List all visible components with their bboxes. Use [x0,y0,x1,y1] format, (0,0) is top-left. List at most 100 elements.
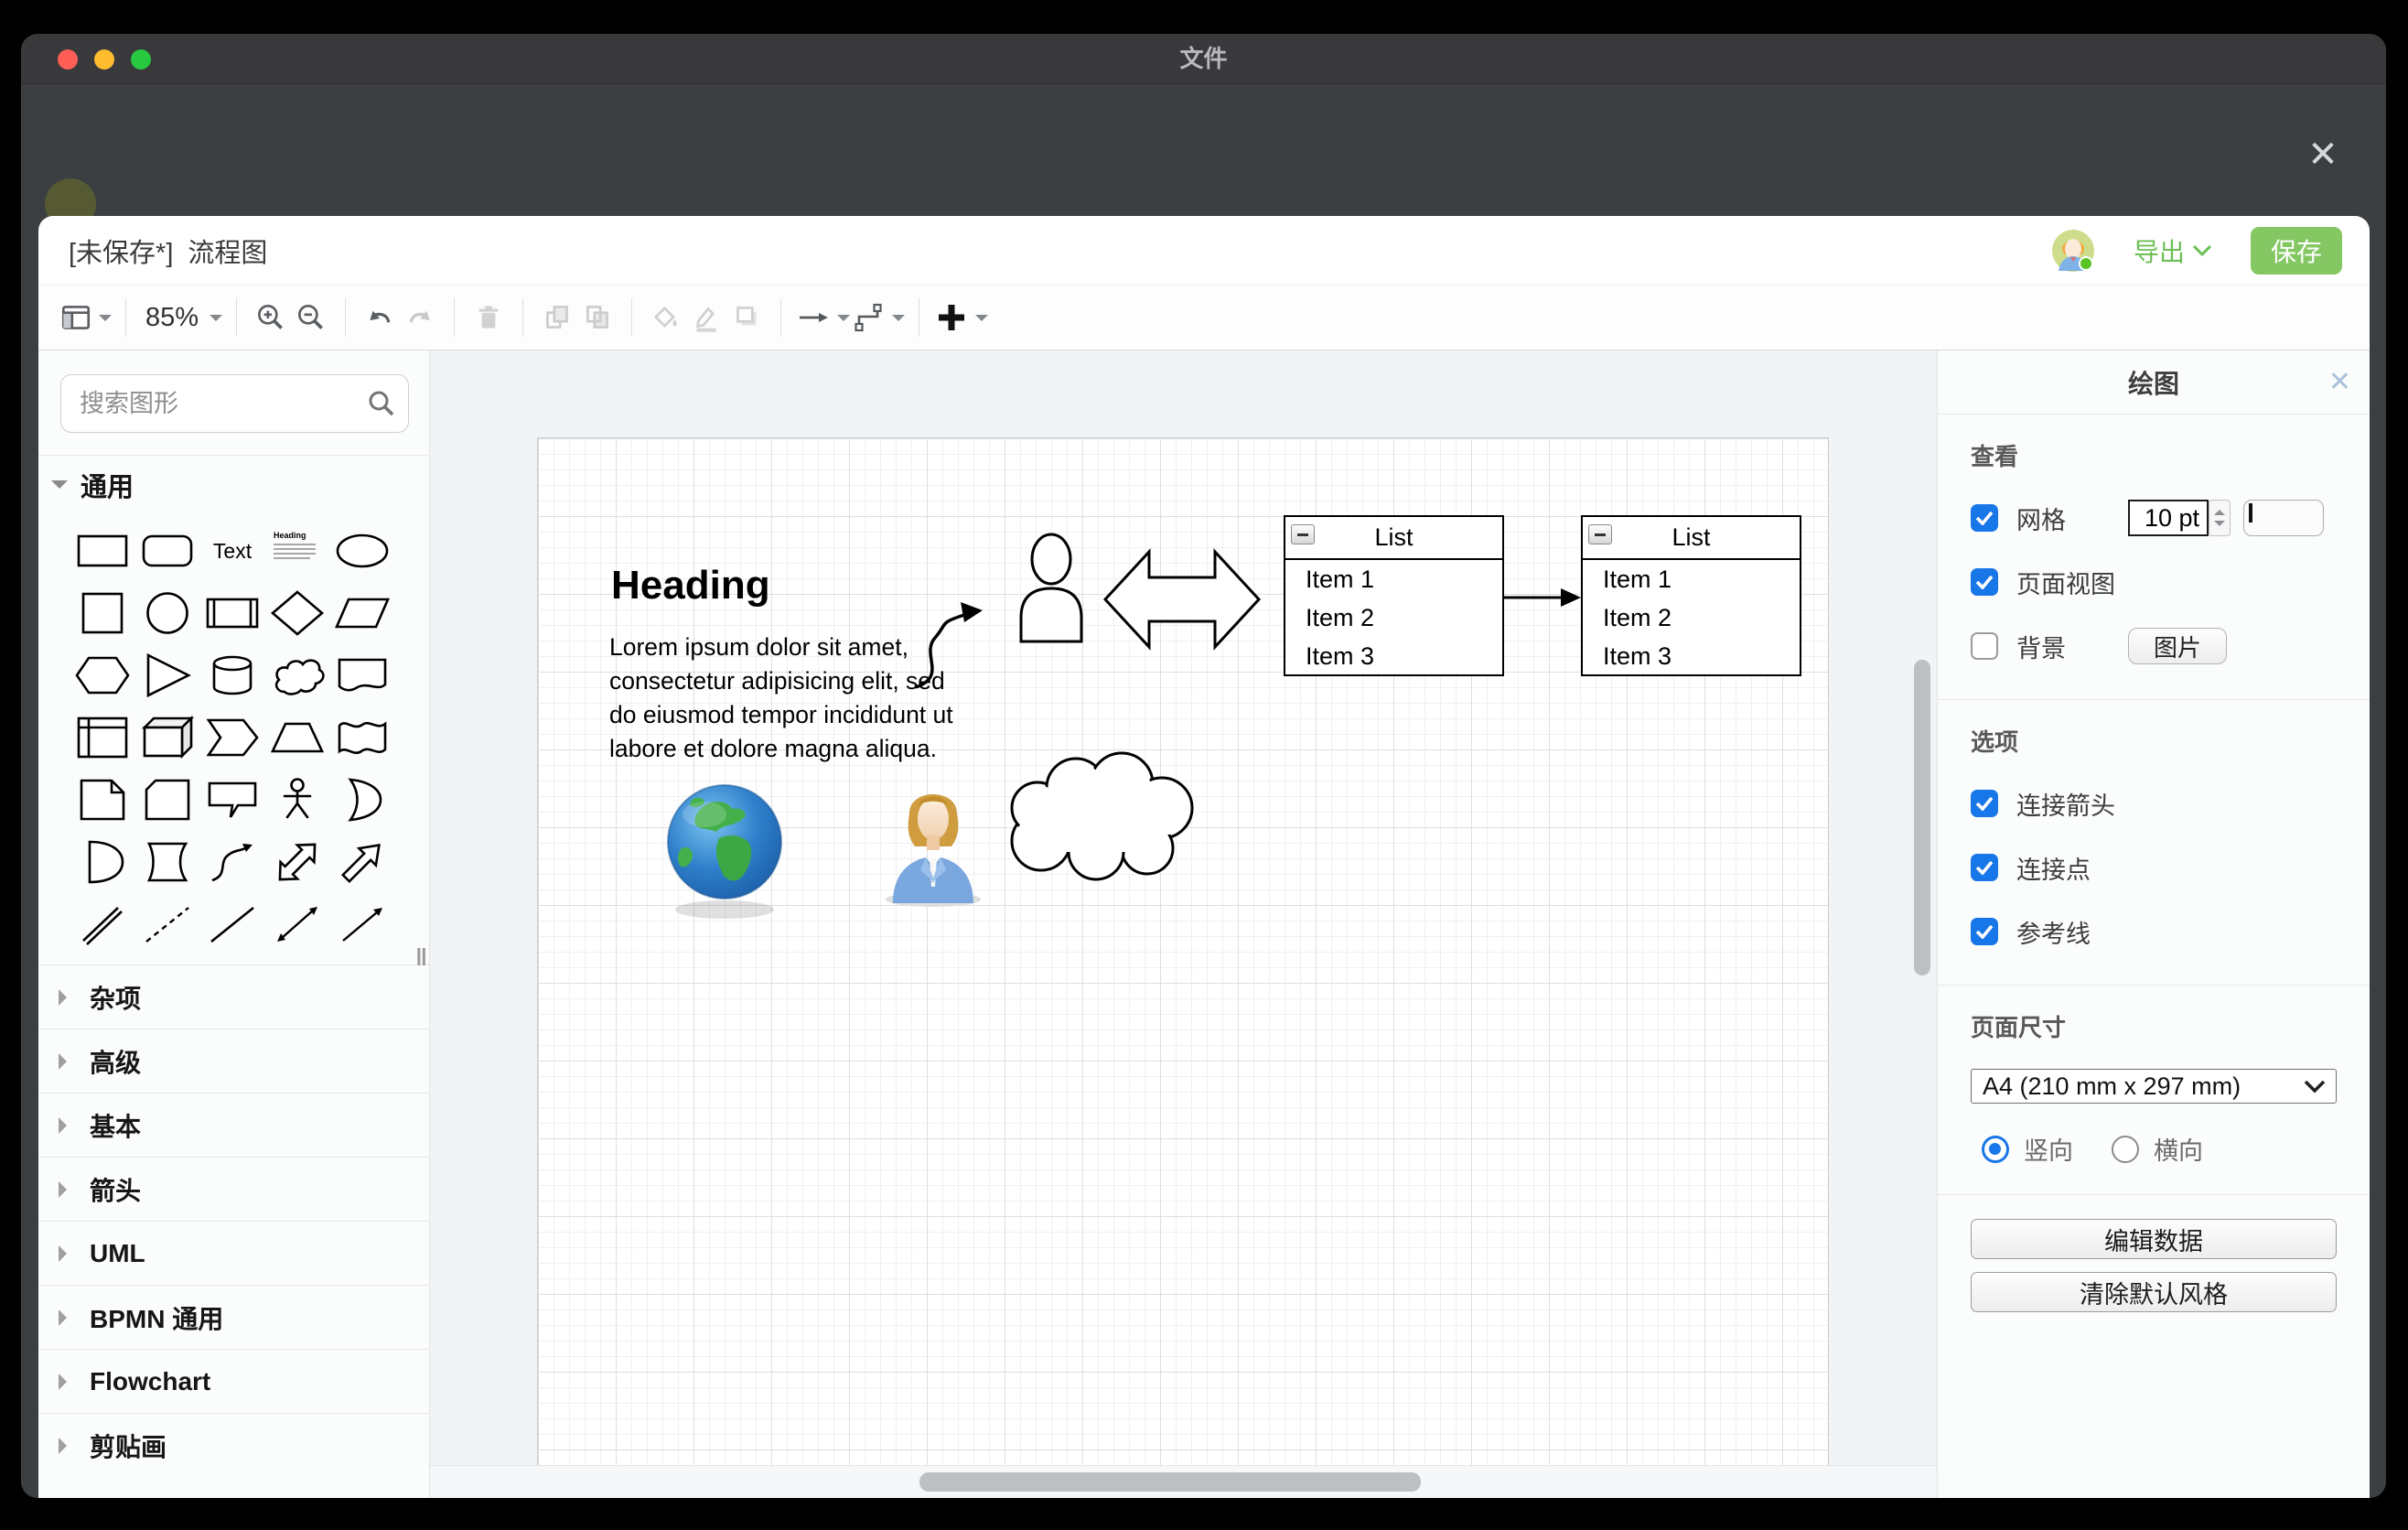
grid-size-input[interactable] [2128,500,2209,536]
connection-arrow-button[interactable] [795,294,850,341]
palette-shape-process[interactable] [199,582,264,644]
palette-shape-square[interactable] [70,582,134,644]
sidebar-section-高级[interactable]: 高级 [38,1029,429,1093]
palette-shape-cylinder[interactable] [199,644,264,706]
sidebar-section-UML[interactable]: UML [38,1221,429,1285]
palette-shape-note[interactable] [70,769,134,831]
waypoints-button[interactable] [850,294,905,341]
search-input[interactable] [60,374,409,433]
fill-color-button[interactable] [646,294,686,341]
user-avatar[interactable] [2051,229,2095,273]
double-arrow-shape[interactable] [1105,552,1259,647]
list-item[interactable]: Item 3 [1583,637,1800,675]
collapse-icon[interactable] [1291,524,1315,544]
palette-shape-or[interactable] [329,769,394,831]
palette-shape-hexagon[interactable] [70,644,134,706]
save-button[interactable]: 保存 [2251,227,2342,275]
palette-shape-textbox[interactable]: Heading [264,520,329,582]
connector-arrow[interactable] [1504,588,1581,607]
palette-shape-text[interactable]: Text [199,520,264,582]
zoom-in-button[interactable] [251,294,291,341]
to-front-button[interactable] [537,294,577,341]
export-menu[interactable]: 导出 [2134,232,2212,269]
list-item[interactable]: Item 1 [1583,560,1800,598]
page-size-select[interactable]: A4 (210 mm x 297 mm) [1971,1069,2337,1104]
to-back-button[interactable] [577,294,618,341]
list-shape-2[interactable]: ListItem 1Item 2Item 3 [1581,515,1801,676]
edit-data-button[interactable]: 编辑数据 [1971,1219,2337,1259]
list-item[interactable]: Item 2 [1285,598,1502,637]
palette-shape-link[interactable] [70,893,134,955]
zoom-out-button[interactable] [291,294,331,341]
landscape-radio[interactable] [2112,1136,2139,1163]
stepper-down-icon[interactable] [2214,521,2225,532]
zoom-level-dropdown[interactable]: 85% [140,294,222,341]
sidebar-section-杂项[interactable]: 杂项 [38,964,429,1029]
insert-button[interactable] [933,294,988,341]
page-view-button[interactable] [59,294,112,341]
diagram-canvas[interactable]: Heading Lorem ipsum dolor sit amet,conse… [430,350,1937,1498]
person-shape[interactable] [1021,534,1081,641]
option-checkbox[interactable] [1971,854,1998,881]
palette-shape-callout[interactable] [199,769,264,831]
vertical-scrollbar[interactable] [1914,660,1930,975]
palette-shape-and[interactable] [70,831,134,893]
palette-shape-dashed-line[interactable] [134,893,199,955]
grid-color-swatch[interactable] [2243,500,2324,536]
clear-default-style-button[interactable]: 清除默认风格 [1971,1272,2337,1312]
palette-shape-internal-storage[interactable] [70,706,134,769]
palette-shape-trapezoid[interactable] [264,706,329,769]
palette-shape-data-storage[interactable] [134,831,199,893]
palette-shape-document[interactable] [329,644,394,706]
line-color-button[interactable] [686,294,726,341]
palette-shape-cloud[interactable] [264,644,329,706]
list-item[interactable]: Item 1 [1285,560,1502,598]
option-checkbox[interactable] [1971,790,1998,817]
sidebar-section-箭头[interactable]: 箭头 [38,1157,429,1221]
canvas-paragraph-text[interactable]: Lorem ipsum dolor sit amet,consectetur a… [609,630,953,766]
list-shape-1[interactable]: ListItem 1Item 2Item 3 [1284,515,1504,676]
close-icon[interactable]: ✕ [2301,133,2345,177]
background-image-button[interactable]: 图片 [2128,628,2227,664]
page-view-checkbox[interactable] [1971,568,1998,596]
sidebar-section-基本[interactable]: 基本 [38,1093,429,1157]
palette-shape-circle[interactable] [134,582,199,644]
delete-button[interactable] [468,294,509,341]
globe-clipart[interactable] [668,785,781,919]
grid-checkbox[interactable] [1971,504,1998,532]
document-name[interactable]: 流程图 [188,232,267,270]
palette-shape-diamond[interactable] [264,582,329,644]
grid-size-stepper[interactable] [2209,500,2231,536]
palette-shape-parallelogram[interactable] [329,582,394,644]
palette-shape-ellipse[interactable] [329,520,394,582]
horizontal-scrollbar[interactable] [919,1472,1421,1492]
palette-shape-rounded-rectangle[interactable] [134,520,199,582]
palette-shape-line[interactable] [199,893,264,955]
palette-shape-triangle[interactable] [134,644,199,706]
background-checkbox[interactable] [1971,632,1998,660]
cloud-shape[interactable] [1012,753,1192,879]
palette-shape-step[interactable] [199,706,264,769]
palette-shape-cube[interactable] [134,706,199,769]
list-item[interactable]: Item 2 [1583,598,1800,637]
palette-shape-rectangle[interactable] [70,520,134,582]
sidebar-section-剪贴画[interactable]: 剪贴画 [38,1413,429,1477]
palette-shape-card[interactable] [134,769,199,831]
palette-shape-actor[interactable] [264,769,329,831]
palette-shape-bidirectional-arrow[interactable] [264,831,329,893]
palette-shape-tape[interactable] [329,706,394,769]
palette-shape-bidirectional-connector[interactable] [264,893,329,955]
sidebar-resize-handle[interactable]: ‖ [415,943,427,972]
option-checkbox[interactable] [1971,918,1998,945]
palette-shape-arrow[interactable] [329,831,394,893]
redo-button[interactable] [400,294,440,341]
undo-button[interactable] [360,294,400,341]
list-item[interactable]: Item 3 [1285,637,1502,675]
panel-close-icon[interactable]: ✕ [2328,350,2351,415]
sidebar-section-Flowchart[interactable]: Flowchart [38,1349,429,1413]
sidebar-section-general[interactable]: 通用 [38,456,429,514]
sidebar-section-BPMN 通用[interactable]: BPMN 通用 [38,1285,429,1349]
shadow-button[interactable] [726,294,767,341]
palette-shape-curve[interactable] [199,831,264,893]
portrait-radio[interactable] [1982,1136,2009,1163]
